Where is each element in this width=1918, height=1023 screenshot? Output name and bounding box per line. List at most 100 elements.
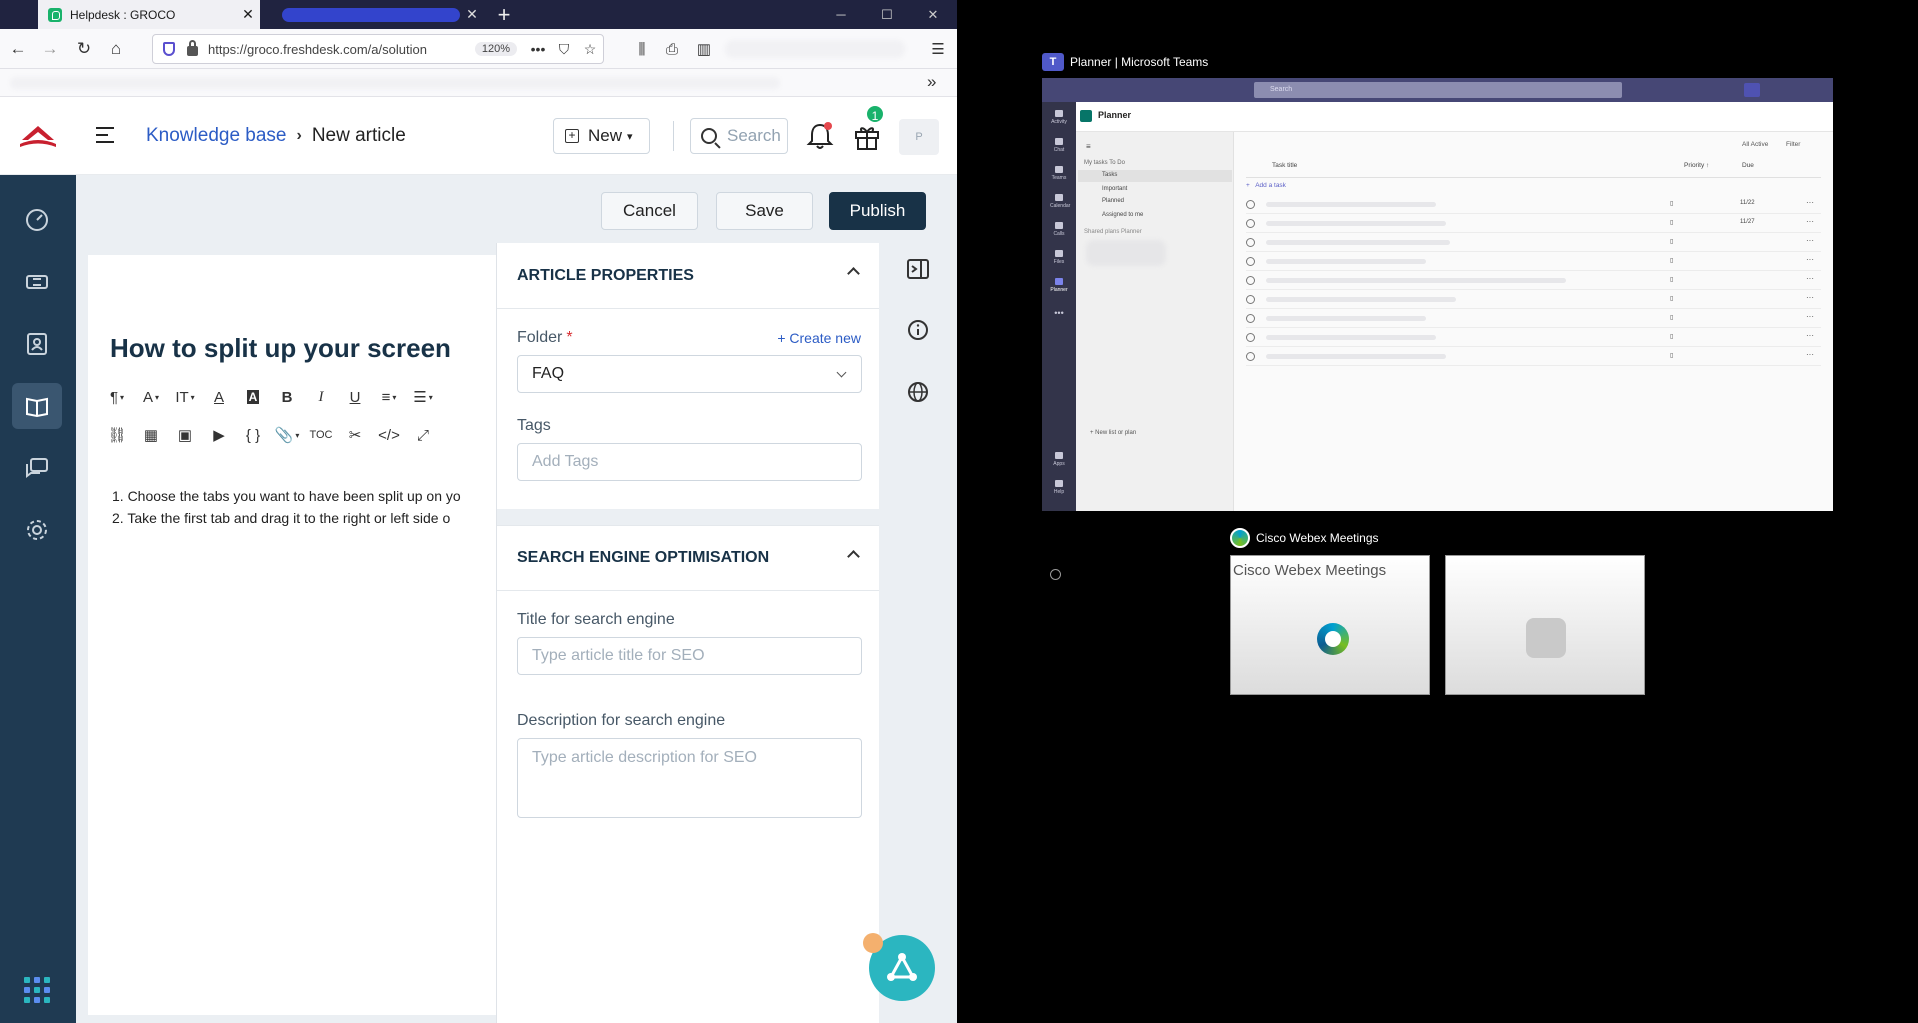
background-color-icon[interactable]: A	[236, 385, 270, 409]
article-properties-header[interactable]: ARTICLE PROPERTIES	[497, 243, 880, 309]
address-bar[interactable]: https://groco.freshdesk.com/a/solution 1…	[152, 34, 604, 64]
bookmarks-overflow-icon[interactable]: »	[927, 72, 936, 92]
article-editor[interactable]: How to split up your screen ¶ ▾ A ▾ IT ▾ A …	[88, 255, 496, 1015]
table-row[interactable]: ▯ 11/27 ···	[1246, 214, 1821, 233]
hamburger-icon[interactable]: ≡	[1086, 142, 1091, 151]
gift-icon[interactable]	[852, 120, 882, 152]
window-close-button[interactable]: ✕	[910, 0, 956, 29]
pocket-icon[interactable]: ⛉	[551, 41, 577, 58]
image-icon[interactable]: ▣	[168, 423, 202, 447]
reload-icon[interactable]: ↻	[70, 35, 98, 63]
info-icon[interactable]	[906, 318, 930, 342]
webex-thumbnail[interactable]: Cisco Webex Meetings	[1230, 555, 1430, 695]
menu-icon[interactable]: ☰	[924, 35, 952, 63]
collapse-panel-icon[interactable]	[906, 257, 930, 281]
tags-input[interactable]: Add Tags	[517, 443, 862, 481]
seo-header[interactable]: SEARCH ENGINE OPTIMISATION	[497, 525, 880, 591]
rail-apps[interactable]: Apps	[1050, 452, 1068, 474]
font-size-icon[interactable]: IT ▾	[168, 385, 202, 409]
add-task-link[interactable]: + Add a task	[1246, 182, 1286, 189]
link-icon[interactable]: ⛓	[100, 423, 134, 447]
webex-thumbnail-2[interactable]	[1445, 555, 1645, 695]
avatar[interactable]: P	[899, 119, 939, 155]
article-title[interactable]: How to split up your screen	[110, 333, 451, 364]
home-icon[interactable]: ⌂	[102, 35, 130, 63]
create-new-link[interactable]: + Create new	[777, 330, 861, 346]
seo-description-input[interactable]: Type article description for SEO	[517, 738, 862, 818]
new-button[interactable]: + New ▾	[553, 118, 650, 154]
font-family-icon[interactable]: A ▾	[134, 385, 168, 409]
bookmark-star-icon[interactable]: ☆	[577, 41, 603, 58]
sidebar-item-forums[interactable]	[12, 445, 62, 491]
seo-title-input[interactable]: Type article title for SEO	[517, 637, 862, 675]
rail-planner[interactable]: Planner	[1050, 278, 1068, 300]
collapse-caret-icon[interactable]	[847, 550, 860, 563]
table-row[interactable]: ▯ ···	[1246, 252, 1821, 271]
rail-activity[interactable]: Activity	[1050, 110, 1068, 132]
new-tab-button[interactable]: +	[490, 0, 518, 29]
profile-avatar[interactable]	[1744, 83, 1760, 97]
rail-more-icon[interactable]: •••	[1050, 308, 1068, 330]
sidebar-item-dashboard[interactable]	[12, 197, 62, 243]
zoom-level[interactable]: 120%	[474, 42, 517, 56]
sidebar-item-contacts[interactable]	[12, 321, 62, 367]
notification-bell-icon[interactable]	[805, 120, 835, 152]
video-icon[interactable]: ▶	[202, 423, 236, 447]
forward-icon[interactable]: →	[36, 35, 64, 63]
page-actions-icon[interactable]: •••	[525, 41, 551, 57]
publish-button[interactable]: Publish	[829, 192, 926, 230]
rail-help[interactable]: Help	[1050, 480, 1068, 502]
toc-icon[interactable]: TOC	[304, 423, 338, 447]
rail-files[interactable]: Files	[1050, 250, 1068, 272]
maximize-button[interactable]: ☐	[864, 0, 910, 29]
left-item-important[interactable]: Important	[1102, 186, 1127, 192]
collapse-caret-icon[interactable]	[847, 267, 860, 280]
sidebar-item-admin[interactable]	[12, 507, 62, 553]
left-item-tasks[interactable]: Tasks	[1078, 170, 1232, 182]
webex-window-title[interactable]: Cisco Webex Meetings	[1230, 528, 1379, 548]
rail-calls[interactable]: Calls	[1050, 222, 1068, 244]
sidebar-toggle-icon[interactable]: ▥	[690, 35, 718, 63]
table-row[interactable]: ▯ ···	[1246, 328, 1821, 347]
filter-button[interactable]: Filter	[1786, 141, 1800, 148]
save-button[interactable]: Save	[716, 192, 813, 230]
table-row[interactable]: ▯ ···	[1246, 233, 1821, 252]
teams-window-title[interactable]: T Planner | Microsoft Teams	[1042, 53, 1208, 71]
cancel-button[interactable]: Cancel	[601, 192, 698, 230]
tab-redacted[interactable]: ✕	[262, 0, 484, 29]
underline-icon[interactable]: U	[338, 385, 372, 409]
apps-grid-icon[interactable]	[24, 977, 50, 1003]
lock-icon[interactable]	[187, 40, 198, 56]
table-row[interactable]: ▯ ···	[1246, 271, 1821, 290]
library-icon[interactable]: ⫼	[628, 35, 656, 63]
new-list-link[interactable]: + New list or plan	[1090, 430, 1136, 436]
close-tab-icon[interactable]: ✕	[460, 6, 484, 23]
search-button[interactable]: Search	[690, 118, 788, 154]
col-task-title[interactable]: Task title	[1272, 162, 1297, 169]
folder-select[interactable]: FAQ	[517, 355, 862, 393]
col-priority[interactable]: Priority ↑	[1684, 162, 1709, 169]
table-row[interactable]: ▯ ···	[1246, 290, 1821, 309]
table-row[interactable]: ▯ ···	[1246, 347, 1821, 366]
teams-search-input[interactable]: Search	[1254, 82, 1622, 98]
text-color-icon[interactable]: A	[202, 385, 236, 409]
breadcrumb-knowledge-base[interactable]: Knowledge base	[146, 125, 287, 147]
attachment-icon[interactable]: 📎 ▾	[270, 423, 304, 447]
bold-icon[interactable]: B	[270, 385, 304, 409]
back-icon[interactable]: ←	[4, 35, 32, 63]
align-icon[interactable]: ≡ ▾	[372, 385, 406, 409]
list-icon[interactable]: ☰ ▾	[406, 385, 440, 409]
tracking-shield-icon[interactable]	[163, 42, 175, 56]
table-row[interactable]: ▯ 11/22 ···	[1246, 195, 1821, 214]
teams-window[interactable]: Search Activity Chat Teams Calendar Call…	[1042, 78, 1833, 511]
close-tab-icon[interactable]: ✕	[236, 6, 260, 23]
tab-helpdesk[interactable]: Helpdesk : GROCO ✕	[38, 0, 260, 29]
clear-format-icon[interactable]: ✂	[338, 423, 372, 447]
table-icon[interactable]: ▦	[134, 423, 168, 447]
hamburger-icon[interactable]	[96, 127, 114, 143]
rail-teams[interactable]: Teams	[1050, 166, 1068, 188]
minimize-button[interactable]: ─	[818, 0, 864, 29]
code-view-icon[interactable]: </>	[372, 423, 406, 447]
article-body[interactable]: 1. Choose the tabs you want to have been…	[112, 485, 461, 529]
rail-chat[interactable]: Chat	[1050, 138, 1068, 160]
